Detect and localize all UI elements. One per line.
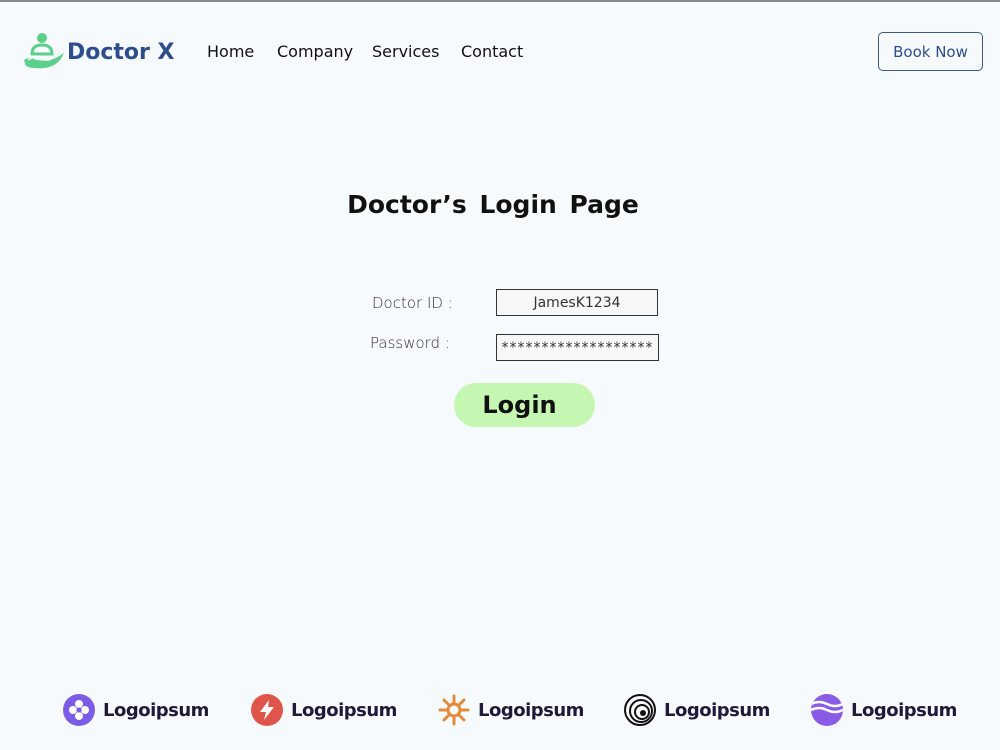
partner-logo: Logoipsum	[251, 692, 397, 728]
partner-name: Logoipsum	[291, 699, 397, 721]
spiral-icon	[624, 694, 656, 726]
login-button[interactable]: Login	[454, 383, 595, 427]
password-input[interactable]	[496, 334, 659, 361]
wave-icon	[811, 694, 843, 726]
partner-logo: Logoipsum	[438, 692, 584, 728]
partner-logo: Logoipsum	[63, 692, 209, 728]
caring-hand-icon	[24, 33, 64, 69]
bolt-icon	[251, 694, 283, 726]
partner-name: Logoipsum	[851, 699, 957, 721]
partner-name: Logoipsum	[664, 699, 770, 721]
partner-logo: Logoipsum	[624, 692, 770, 728]
nav-services[interactable]: Services	[372, 42, 439, 61]
doctor-id-input[interactable]	[496, 289, 658, 316]
sunburst-icon	[438, 694, 470, 726]
top-border	[0, 0, 1000, 2]
nav-company[interactable]: Company	[277, 42, 353, 61]
partner-logos: Logoipsum Logoipsum Logoipsum Logoipsum …	[0, 692, 1000, 732]
partner-name: Logoipsum	[103, 699, 209, 721]
partner-name: Logoipsum	[478, 699, 584, 721]
page-title: Doctor’s Login Page	[347, 190, 639, 219]
nav-contact[interactable]: Contact	[461, 42, 523, 61]
brand-logo[interactable]: Doctor X	[22, 30, 175, 72]
book-now-button[interactable]: Book Now	[878, 32, 983, 71]
flower-icon	[63, 694, 95, 726]
nav-home[interactable]: Home	[207, 42, 254, 61]
brand-name: Doctor X	[67, 40, 175, 65]
doctor-id-label: Doctor ID :	[372, 294, 453, 312]
partner-logo: Logoipsum	[811, 692, 957, 728]
password-label: Password :	[370, 334, 450, 352]
